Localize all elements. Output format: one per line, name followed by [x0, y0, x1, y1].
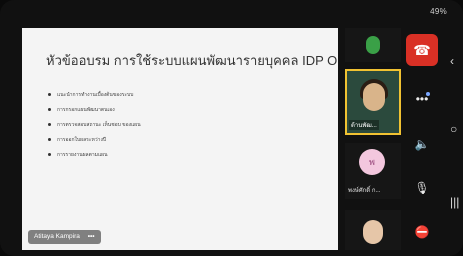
presenter-name: Atitaya Kampira	[34, 233, 80, 240]
slide-bullet-text: การกรอกแผนพัฒนาตนเอง	[57, 107, 115, 113]
speaker-icon: 🔈	[414, 137, 430, 151]
presenter-name-tag[interactable]: Atitaya Kampira •••	[28, 230, 101, 244]
slide-bullet-text: การรายงานผลตามแผน	[57, 152, 108, 158]
camera-off-icon: ⛔	[414, 225, 430, 239]
bullet-icon	[48, 153, 51, 157]
bullet-icon	[48, 108, 51, 112]
participant-tile-active[interactable]: ด้านพัฒ...	[345, 69, 401, 135]
bullet-icon	[48, 138, 51, 142]
slide-title: หัวข้ออบรม การใช้ระบบแผนพัฒนารายบุคคล ID…	[46, 53, 338, 68]
presentation-slide: หัวข้ออบรม การใช้ระบบแผนพัฒนารายบุคคล ID…	[22, 28, 338, 250]
home-icon[interactable]: ○	[450, 122, 457, 136]
slide-bullets: แนะนำการทำงานเบื้องต้นของระบบ การกรอกแผน…	[48, 88, 141, 163]
bullet-icon	[48, 123, 51, 127]
bullet-icon	[48, 93, 51, 97]
system-nav-bar: ‹ ○ |||	[447, 0, 463, 256]
slide-bullet: การออกใบผลระหว่างปี	[48, 133, 141, 148]
slide-bullet: การรายงานผลตามแผน	[48, 148, 141, 163]
camera-toggle-button[interactable]: ⛔	[406, 216, 438, 248]
participant-tile[interactable]	[345, 28, 401, 62]
phone-hangup-icon: ☎	[413, 41, 431, 58]
mic-off-icon: 🎙	[414, 181, 430, 195]
shared-screen[interactable]: หัวข้ออบรม การใช้ระบบแผนพัฒนารายบุคคล ID…	[22, 28, 338, 250]
back-icon[interactable]: ‹	[450, 54, 454, 68]
participant-name: ด้านพัฒ...	[349, 120, 379, 130]
meeting-screen: 49% หัวข้ออบรม การใช้ระบบแผนพัฒนารายบุคค…	[0, 0, 463, 256]
slide-bullet: การตรวจสอบสถานะ เห็นชอบ ของแผน	[48, 118, 141, 133]
slide-bullet-text: แนะนำการทำงานเบื้องต้นของระบบ	[57, 92, 134, 98]
recent-apps-icon[interactable]: |||	[450, 195, 459, 209]
participant-face	[363, 83, 385, 111]
speaker-button[interactable]: 🔈	[406, 128, 438, 160]
participant-avatar	[366, 36, 380, 54]
participant-tile[interactable]	[345, 210, 401, 250]
more-options-button[interactable]: •••	[406, 83, 438, 115]
status-battery: 49%	[430, 7, 447, 16]
participant-video	[363, 220, 383, 244]
participant-tile[interactable]: พ พงษ์ศักดิ์ ก...	[345, 143, 401, 199]
participant-name: พงษ์ศักดิ์ ก...	[348, 188, 381, 194]
slide-bullet: แนะนำการทำงานเบื้องต้นของระบบ	[48, 88, 141, 103]
slide-bullet: การกรอกแผนพัฒนาตนเอง	[48, 103, 141, 118]
slide-bullet-text: การตรวจสอบสถานะ เห็นชอบ ของแผน	[57, 122, 141, 128]
notification-dot-icon	[426, 92, 430, 96]
slide-bullet-text: การออกใบผลระหว่างปี	[57, 137, 107, 143]
presenter-more-icon[interactable]: •••	[88, 233, 95, 240]
end-call-button[interactable]: ☎	[406, 34, 438, 66]
avatar: พ	[359, 149, 385, 175]
mic-toggle-button[interactable]: 🎙	[406, 172, 438, 204]
